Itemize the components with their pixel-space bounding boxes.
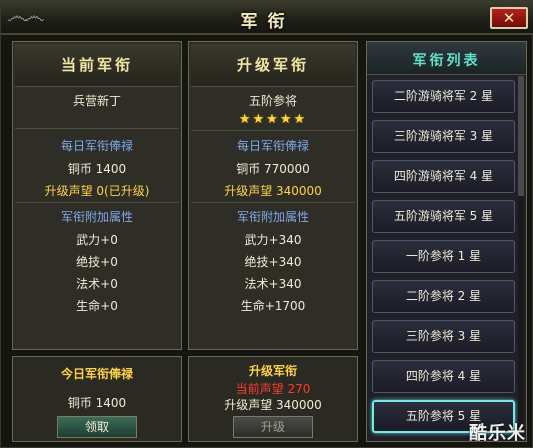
current-attr-magic: 法术+0 <box>76 277 118 291</box>
upgrade-required-fame: 升级声望 340000 <box>224 184 322 198</box>
current-upgrade-fame: 升级声望 0(已升级) <box>44 184 150 198</box>
rank-list-panel: 军衔列表 二阶游骑将军 2 星 三阶游骑将军 3 星 四阶游骑将军 4 星 五阶… <box>366 41 527 442</box>
upgrade-rank-name: 五阶参将 <box>248 94 297 108</box>
rank-list-item[interactable]: 四阶参将 4 星 <box>372 360 515 393</box>
daily-salary-label: 今日军衔俸禄 <box>60 367 133 381</box>
current-rank-header: 当前军衔 <box>15 44 179 87</box>
current-attr-life: 生命+0 <box>76 299 118 313</box>
rank-list-item[interactable]: 二阶参将 2 星 <box>372 280 515 313</box>
current-attr-strength: 武力+0 <box>76 233 118 247</box>
upgrade-rank-panel: 升级军衔 五阶参将 ★★★★★ 每日军衔俸禄 铜币 770000 升级声望 34… <box>188 41 358 350</box>
rank-list-scrollbar[interactable] <box>518 76 524 438</box>
claim-button[interactable]: 领取 <box>57 416 137 438</box>
upgrade-box: 升级军衔 当前声望 270 升级声望 340000 升级 <box>188 356 358 442</box>
upgrade-attr-label: 军衔附加属性 <box>236 210 309 224</box>
current-rank-panel: 当前军衔 兵营新丁 每日军衔俸禄 铜币 1400 升级声望 0(已升级) 军衔附… <box>12 41 182 350</box>
upgrade-copper: 铜币 770000 <box>236 162 310 176</box>
rank-list-item[interactable]: 四阶游骑将军 4 星 <box>372 160 515 193</box>
rank-stars-icon: ★★★★★ <box>238 112 308 127</box>
current-daily-label: 每日军衔俸禄 <box>60 139 133 153</box>
upgrade-daily-label: 每日军衔俸禄 <box>236 139 309 153</box>
scrollbar-thumb[interactable] <box>518 76 524 196</box>
divider <box>15 202 179 203</box>
daily-salary-box: 今日军衔俸禄 铜币 1400 领取 <box>12 356 182 442</box>
current-rank-title: 当前军衔 <box>60 56 133 74</box>
current-fame: 当前声望 270 <box>235 382 311 396</box>
current-rank-name: 兵营新丁 <box>72 94 121 108</box>
current-attr-label: 军衔附加属性 <box>60 210 133 224</box>
rank-list-item[interactable]: 三阶参将 3 星 <box>372 320 515 353</box>
upgrade-attr-magic: 法术+340 <box>244 277 302 291</box>
title-bar: ෴෴ 军衔 ✕ <box>1 1 533 35</box>
rank-list-item[interactable]: 五阶游骑将军 5 星 <box>372 200 515 233</box>
required-fame: 升级声望 340000 <box>224 398 322 412</box>
rank-window: ෴෴ 军衔 ✕ 当前军衔 兵营新丁 每日军衔俸禄 铜币 1400 升级声望 0(… <box>0 0 533 448</box>
divider <box>191 130 355 131</box>
rank-list-item[interactable]: 三阶游骑将军 3 星 <box>372 120 515 153</box>
upgrade-box-label: 升级军衔 <box>248 364 297 378</box>
rank-list-header: 军衔列表 <box>367 42 526 75</box>
rank-list-item[interactable]: 一阶参将 1 星 <box>372 240 515 273</box>
current-copper: 铜币 1400 <box>67 162 127 176</box>
divider <box>191 202 355 203</box>
upgrade-attr-skill: 绝技+340 <box>244 255 302 269</box>
window-title: 军衔 <box>240 12 295 32</box>
close-button[interactable]: ✕ <box>490 7 528 29</box>
upgrade-attr-life: 生命+1700 <box>240 299 306 313</box>
upgrade-rank-title: 升级军衔 <box>236 56 309 74</box>
upgrade-attr-strength: 武力+340 <box>244 233 302 247</box>
daily-salary-copper: 铜币 1400 <box>67 396 127 410</box>
upgrade-button[interactable]: 升级 <box>233 416 313 438</box>
upgrade-rank-header: 升级军衔 <box>191 44 355 87</box>
current-attr-skill: 绝技+0 <box>76 255 118 269</box>
rank-list-item[interactable]: 二阶游骑将军 2 星 <box>372 80 515 113</box>
watermark-logo: 酷乐米 <box>469 423 526 444</box>
divider <box>15 128 179 129</box>
rank-list-title: 军衔列表 <box>412 53 481 69</box>
